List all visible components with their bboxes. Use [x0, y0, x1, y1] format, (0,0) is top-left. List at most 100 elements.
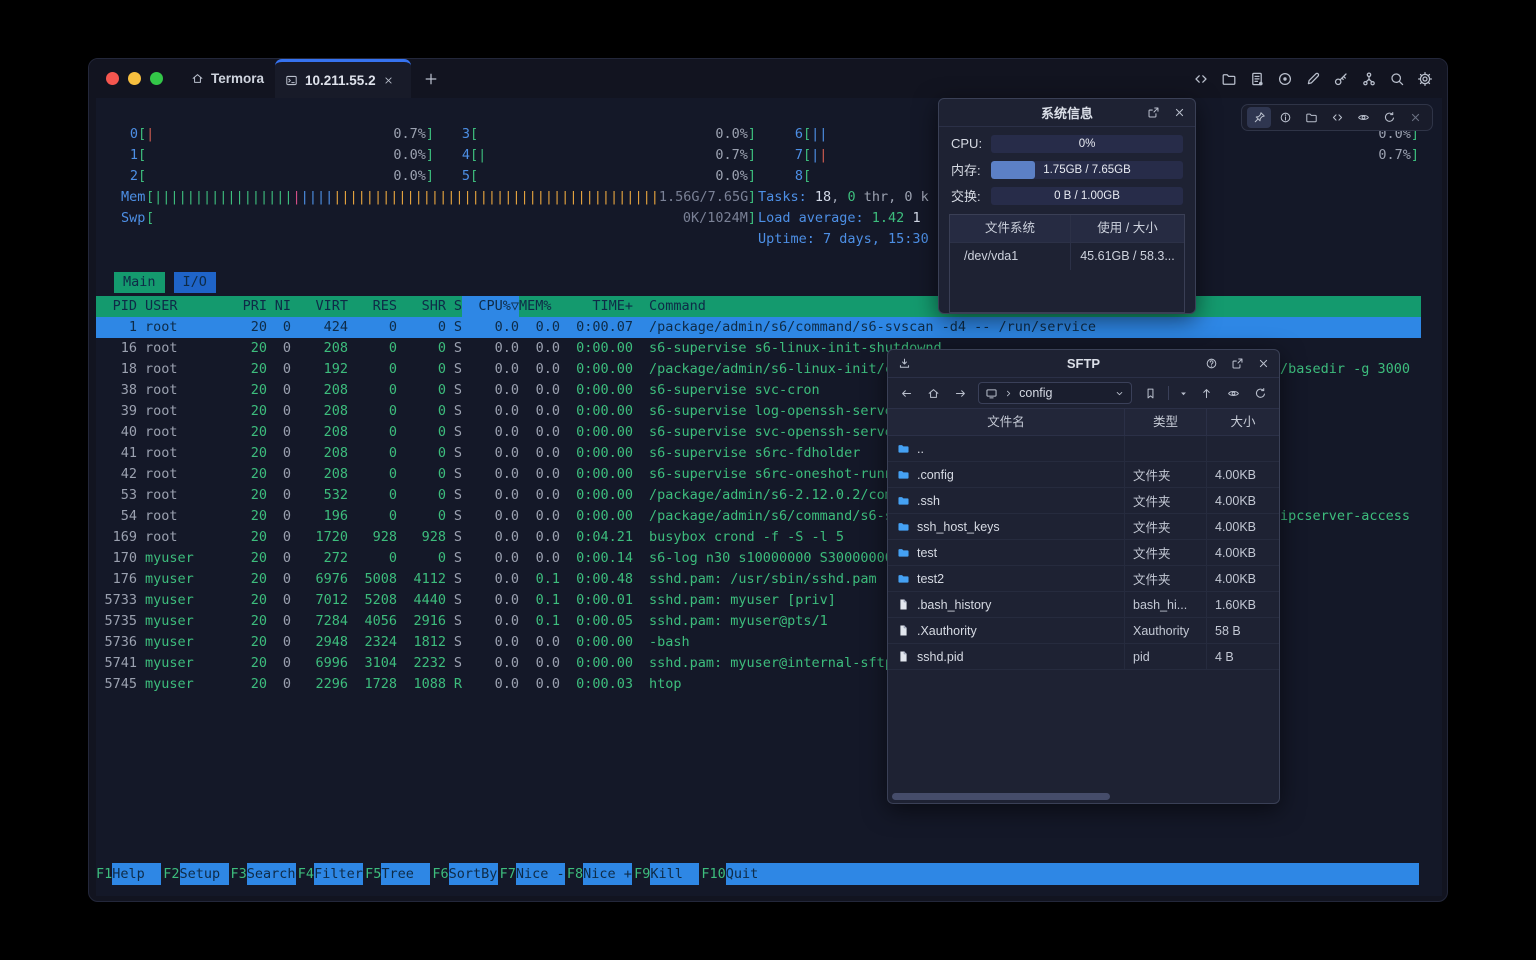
file-row-test[interactable]: test文件夹4.00KB	[888, 540, 1279, 566]
fkey-f8[interactable]: F8	[567, 863, 583, 885]
swap-meter: Swp[0K/1024M]	[121, 208, 756, 229]
folderfill-icon	[897, 494, 910, 507]
fkey-label-f10[interactable]: Quit	[726, 863, 1419, 885]
fkey-label-f3[interactable]: Search	[247, 863, 296, 885]
refresh-icon[interactable]	[1251, 383, 1269, 403]
fkey-label-f8[interactable]: Nice +	[583, 863, 632, 885]
open-in-window-icon[interactable]	[1145, 105, 1161, 121]
home-icon[interactable]	[925, 383, 943, 403]
fkey-label-f9[interactable]: Kill	[650, 863, 699, 885]
pin-button[interactable]	[1247, 107, 1271, 128]
tab-io[interactable]: I/O	[174, 272, 216, 293]
fkey-f10[interactable]: F10	[701, 863, 725, 885]
eye-button[interactable]	[1351, 107, 1375, 128]
bookmark-icon[interactable]	[1141, 383, 1159, 403]
info-icon	[1279, 111, 1292, 124]
edit-button[interactable]	[1304, 70, 1321, 87]
minimize-window-button[interactable]	[128, 72, 141, 85]
home-icon	[191, 72, 204, 85]
upload-icon[interactable]	[1198, 383, 1216, 403]
search-button[interactable]	[1388, 70, 1405, 87]
caret-down-icon[interactable]	[1178, 383, 1189, 403]
fkey-label-f1[interactable]: Help	[112, 863, 161, 885]
file-row-.config[interactable]: .config文件夹4.00KB	[888, 462, 1279, 488]
tab-close-icon[interactable]	[383, 75, 394, 86]
info-button[interactable]	[1273, 107, 1297, 128]
cpu-meter-4: 4[|0.7%]	[453, 145, 756, 166]
close-icon[interactable]	[1171, 105, 1187, 121]
chevron-right-icon	[1003, 388, 1014, 399]
tab-session[interactable]: 10.211.55.2	[275, 59, 411, 98]
fkey-label-f2[interactable]: Setup	[180, 863, 229, 885]
fkey-label-f4[interactable]: Filter	[314, 863, 363, 885]
record-icon	[1277, 71, 1293, 87]
file-row-sshd.pid[interactable]: sshd.pidpid4 B	[888, 644, 1279, 670]
new-tab-button[interactable]	[419, 67, 443, 91]
keychain-icon	[1361, 71, 1377, 87]
file-row-..[interactable]: ..	[888, 436, 1279, 462]
help-icon[interactable]	[1203, 356, 1219, 372]
htop-table-header[interactable]: PIDUSERPRINIVIRTRESSHRSCPU%▽MEM%TIME+Com…	[96, 296, 1421, 317]
tab-home[interactable]: Termora	[181, 59, 274, 98]
system-info-metrics: CPU:0%内存:1.75GB / 7.65GB交换:0 B / 1.00GB	[939, 134, 1195, 205]
fkey-f7[interactable]: F7	[500, 863, 516, 885]
cpu-meter-5: 5[0.0%]	[453, 166, 756, 187]
edit-icon	[1305, 71, 1321, 87]
fkey-f5[interactable]: F5	[365, 863, 381, 885]
back-icon[interactable]	[898, 383, 916, 403]
file-row-.Xauthority[interactable]: .XauthorityXauthority58 B	[888, 618, 1279, 644]
record-button[interactable]	[1276, 70, 1293, 87]
fkey-f6[interactable]: F6	[432, 863, 448, 885]
htop-screen-tabs: Main I/O	[114, 272, 216, 293]
aleft-icon	[900, 387, 913, 400]
fkey-f9[interactable]: F9	[634, 863, 650, 885]
horizontal-scrollbar[interactable]	[892, 793, 1110, 800]
system-info-header[interactable]: 系统信息	[939, 99, 1195, 127]
log-button[interactable]	[1248, 70, 1265, 87]
metric-row: CPU:0%	[951, 134, 1183, 153]
key-button[interactable]	[1332, 70, 1349, 87]
file-row-test2[interactable]: test2文件夹4.00KB	[888, 566, 1279, 592]
folder-button[interactable]	[1220, 70, 1237, 87]
code-button[interactable]	[1192, 70, 1209, 87]
fkey-f4[interactable]: F4	[298, 863, 314, 885]
tab-main[interactable]: Main	[114, 272, 165, 293]
fkey-f2[interactable]: F2	[163, 863, 179, 885]
settings-button[interactable]	[1416, 70, 1433, 87]
close-button[interactable]	[1403, 107, 1427, 128]
key-icon	[1333, 71, 1349, 87]
forward-icon[interactable]	[951, 383, 969, 403]
file-row-.ssh[interactable]: .ssh文件夹4.00KB	[888, 488, 1279, 514]
close-window-button[interactable]	[106, 72, 119, 85]
plus-icon	[423, 71, 439, 87]
sftp-toolbar: config	[888, 378, 1279, 409]
code-icon	[1331, 111, 1344, 124]
code-button[interactable]	[1325, 107, 1349, 128]
file-row-ssh_host_keys[interactable]: ssh_host_keys文件夹4.00KB	[888, 514, 1279, 540]
folderfill-icon	[897, 520, 910, 533]
help-icon	[1205, 357, 1218, 370]
sftp-header[interactable]: SFTP	[888, 350, 1279, 378]
folder-icon	[1305, 111, 1318, 124]
fkey-f1[interactable]: F1	[96, 863, 112, 885]
external-icon	[1231, 357, 1244, 370]
folderfill-icon	[897, 442, 910, 455]
refresh-button[interactable]	[1377, 107, 1401, 128]
show-hidden-eye-icon[interactable]	[1225, 383, 1243, 403]
path-selector[interactable]: config	[978, 382, 1132, 404]
process-row-1[interactable]: 1root20042400S0.00.00:00.07/package/admi…	[96, 317, 1421, 338]
memory-meter: Mem[||||||||||||||||||||||||||||||||||||…	[121, 187, 756, 208]
file-row-.bash_history[interactable]: .bash_historybash_hi...1.60KB	[888, 592, 1279, 618]
fkey-label-f5[interactable]: Tree	[381, 863, 430, 885]
fkey-f3[interactable]: F3	[231, 863, 247, 885]
fkey-label-f7[interactable]: Nice -	[516, 863, 565, 885]
close-icon[interactable]	[1255, 356, 1271, 372]
open-in-window-icon[interactable]	[1229, 356, 1245, 372]
fkey-label-f6[interactable]: SortBy	[449, 863, 498, 885]
eye-icon	[1227, 387, 1240, 400]
folder-button[interactable]	[1299, 107, 1323, 128]
maximize-window-button[interactable]	[150, 72, 163, 85]
keychain-button[interactable]	[1360, 70, 1377, 87]
bookmark-icon	[1144, 387, 1157, 400]
sftp-table-header[interactable]: 文件名类型大小	[888, 409, 1279, 436]
